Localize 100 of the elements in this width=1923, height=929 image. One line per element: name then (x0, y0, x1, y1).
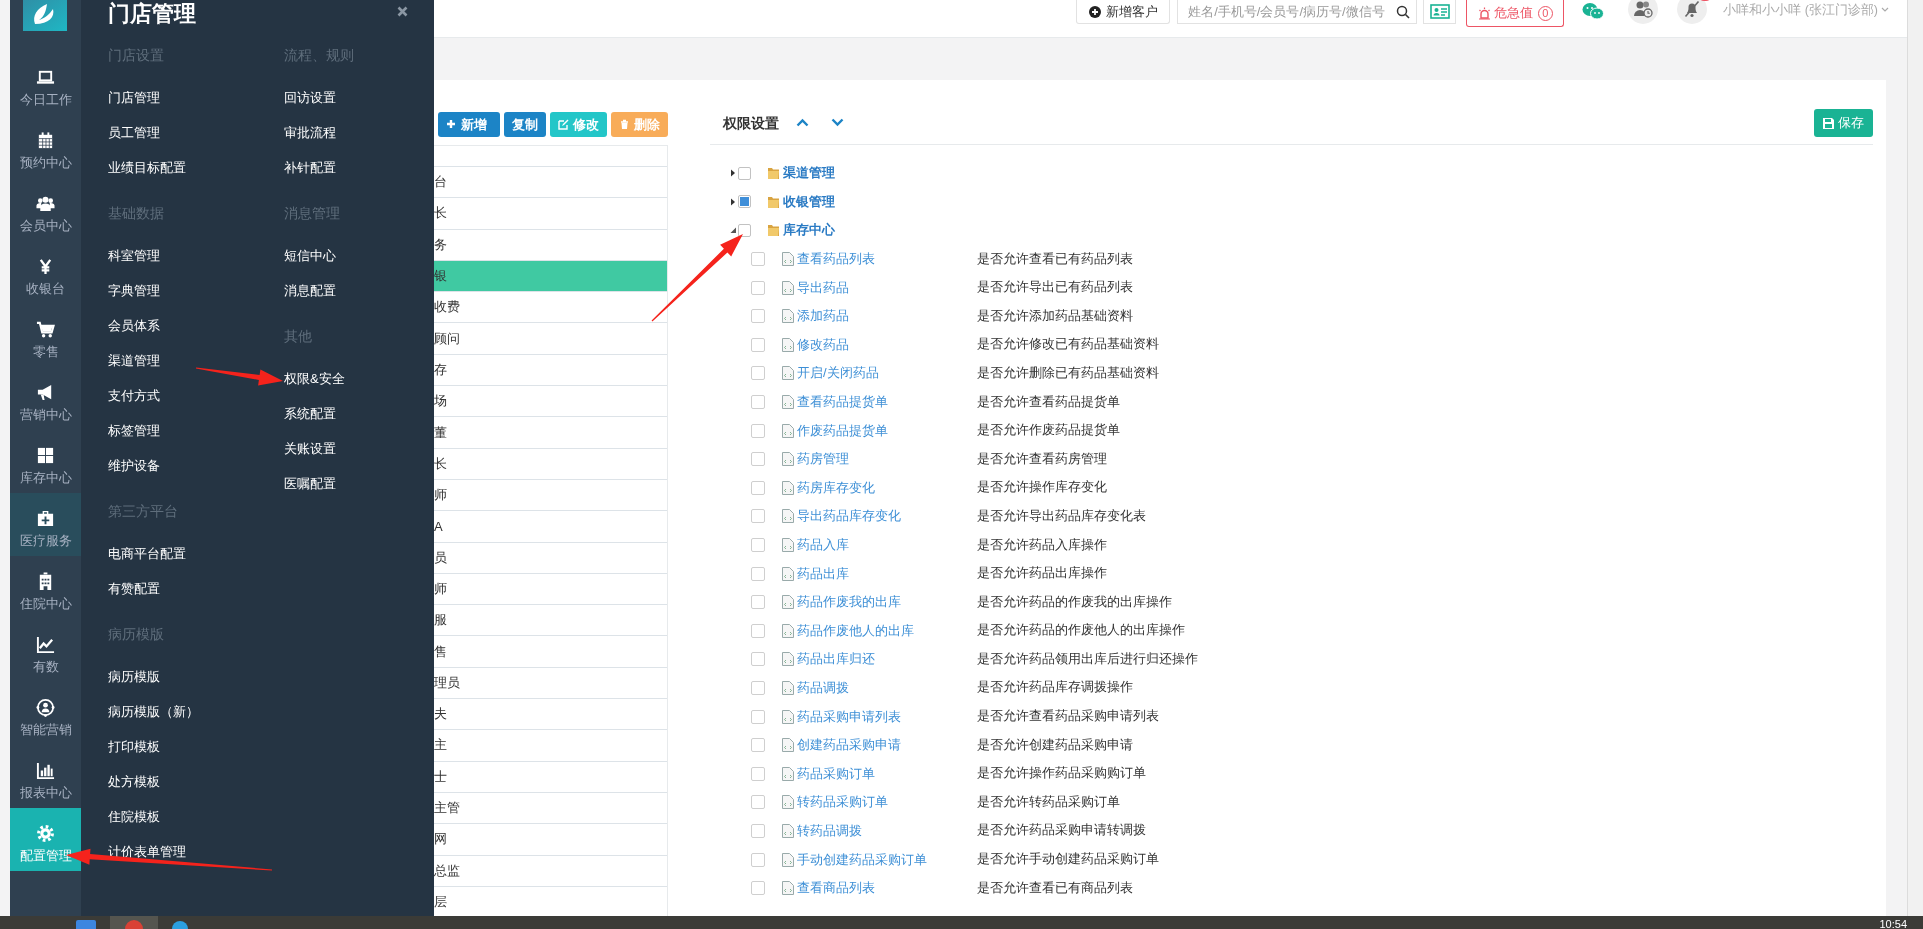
sidebar-item[interactable]: 收银台 (10, 241, 81, 304)
tree-checkbox[interactable] (738, 224, 751, 237)
tree-checkbox[interactable] (738, 195, 751, 209)
sidebar-item[interactable]: 营销中心 (10, 367, 81, 430)
contacts-button[interactable] (1628, 0, 1659, 24)
permission-label[interactable]: 添加药品 (797, 307, 977, 326)
permission-label[interactable]: 药房管理 (797, 450, 977, 469)
taskbar-app-icon[interactable] (110, 916, 158, 929)
tree-checkbox[interactable] (751, 652, 765, 667)
menu-link[interactable]: 门店管理 (108, 88, 160, 107)
menu-link[interactable]: 病历模版（新） (108, 702, 199, 721)
tree-checkbox[interactable] (751, 795, 765, 810)
permission-label[interactable]: 导出药品 (797, 278, 977, 297)
permission-label[interactable]: 查看药品列表 (797, 250, 977, 269)
tree-checkbox[interactable] (751, 823, 765, 838)
menu-link[interactable]: 会员体系 (108, 316, 160, 335)
menu-link[interactable]: 回访设置 (284, 88, 336, 107)
menu-link[interactable]: 员工管理 (108, 123, 160, 142)
permission-label[interactable]: 药品出库归还 (797, 650, 977, 669)
menu-link[interactable]: 科室管理 (108, 246, 160, 265)
sidebar-item[interactable]: 智能营销 (10, 682, 81, 745)
permission-label[interactable]: 药品作废我的出库 (797, 593, 977, 612)
tree-checkbox[interactable] (751, 337, 765, 352)
permission-label[interactable]: 药品调拨 (797, 679, 977, 697)
permission-label[interactable]: 作废药品提货单 (797, 421, 977, 440)
close-icon[interactable] (397, 6, 408, 17)
permission-label[interactable]: 药房库存变化 (797, 478, 977, 497)
sidebar-item[interactable]: 预约中心 (10, 115, 81, 178)
tree-checkbox[interactable] (751, 509, 765, 524)
permission-label[interactable]: 药品作废他人的出库 (797, 621, 977, 640)
wechat-icon[interactable] (1582, 2, 1605, 20)
tree-checkbox[interactable] (751, 566, 765, 581)
permission-label[interactable]: 药品出库 (797, 564, 977, 583)
tree-checkbox[interactable] (751, 881, 765, 896)
menu-link[interactable]: 处方模板 (108, 772, 160, 791)
notifications-button[interactable] (1677, 0, 1708, 24)
sidebar-item[interactable]: 医疗服务 (10, 493, 81, 556)
tree-checkbox[interactable] (738, 166, 751, 180)
menu-link[interactable]: 标签管理 (108, 421, 160, 440)
tree-checkbox[interactable] (751, 709, 765, 724)
tree-checkbox[interactable] (751, 423, 765, 438)
alert-button[interactable]: 危急值 0 (1466, 0, 1565, 27)
new-customer-button[interactable]: 新增客户 (1076, 0, 1171, 24)
menu-link[interactable]: 字典管理 (108, 281, 160, 300)
tree-checkbox[interactable] (751, 480, 765, 495)
tree-node-label[interactable]: 库存中心 (783, 221, 835, 240)
permission-label[interactable]: 修改药品 (797, 335, 977, 354)
id-card-button[interactable] (1423, 0, 1457, 24)
tree-checkbox[interactable] (751, 395, 765, 410)
tree-checkbox[interactable] (751, 538, 765, 552)
menu-link[interactable]: 审批流程 (284, 123, 336, 142)
menu-link[interactable]: 渠道管理 (108, 351, 160, 370)
tree-checkbox[interactable] (751, 852, 765, 867)
permission-label[interactable]: 手动创建药品采购订单 (797, 850, 977, 869)
permission-label[interactable]: 导出药品库存变化 (797, 507, 977, 526)
file-icon (782, 509, 794, 524)
menu-link[interactable]: 业绩目标配置 (108, 158, 186, 177)
sidebar-item[interactable]: 零售 (10, 304, 81, 367)
tree-checkbox[interactable] (751, 681, 765, 695)
menu-link[interactable]: 支付方式 (108, 386, 160, 405)
menu-link[interactable]: 电商平台配置 (108, 544, 186, 563)
tree-checkbox[interactable] (751, 595, 765, 610)
tree-checkbox[interactable] (751, 766, 765, 781)
search-field[interactable]: 姓名/手机号/会员号/病历号/微信号 (1177, 0, 1418, 24)
permission-label[interactable]: 开启/关闭药品 (797, 364, 977, 383)
sidebar-item[interactable]: 会员中心 (10, 178, 81, 241)
toolbar-button[interactable]: 新增 (438, 112, 500, 137)
tree-node-label[interactable]: 收银管理 (783, 192, 835, 211)
sidebar-item[interactable]: 住院中心 (10, 556, 81, 619)
tree-checkbox[interactable] (751, 623, 765, 638)
permission-label[interactable]: 创建药品采购申请 (797, 736, 977, 755)
tree-checkbox[interactable] (751, 280, 765, 295)
chevron-down-icon[interactable] (831, 118, 844, 127)
menu-link[interactable]: 打印模板 (108, 737, 160, 756)
chevron-up-icon[interactable] (796, 118, 809, 127)
menu-link[interactable]: 有赞配置 (108, 579, 160, 598)
tree-checkbox[interactable] (751, 366, 765, 381)
sidebar-item[interactable]: 库存中心 (10, 430, 81, 493)
menu-link[interactable]: 维护设备 (108, 456, 160, 475)
tree-checkbox[interactable] (751, 309, 765, 324)
permission-label[interactable]: 转药品调拨 (797, 821, 977, 840)
permission-label[interactable]: 查看商品列表 (797, 879, 977, 898)
tree-checkbox[interactable] (751, 252, 765, 267)
tree-checkbox[interactable] (751, 452, 765, 467)
permission-label[interactable]: 药品入库 (797, 536, 977, 554)
sidebar-item[interactable]: 今日工作 (10, 52, 81, 115)
grid-icon (36, 446, 55, 465)
permission-label[interactable]: 查看药品提货单 (797, 393, 977, 412)
sidebar-item[interactable]: 报表中心 (10, 745, 81, 808)
menu-link[interactable]: 病历模版 (108, 667, 160, 686)
permission-label[interactable]: 药品采购订单 (797, 764, 977, 783)
tree-checkbox[interactable] (751, 738, 765, 753)
menu-link[interactable]: 计价表单管理 (108, 842, 186, 861)
permission-label[interactable]: 转药品采购订单 (797, 793, 977, 812)
tree-node-label[interactable]: 渠道管理 (783, 164, 835, 183)
permission-label[interactable]: 药品采购申请列表 (797, 707, 977, 726)
search-icon[interactable] (1396, 4, 1411, 19)
sidebar-item[interactable]: 有数 (10, 619, 81, 682)
menu-link[interactable]: 住院模板 (108, 807, 160, 826)
toolbar-button[interactable]: 复制 (504, 112, 546, 137)
